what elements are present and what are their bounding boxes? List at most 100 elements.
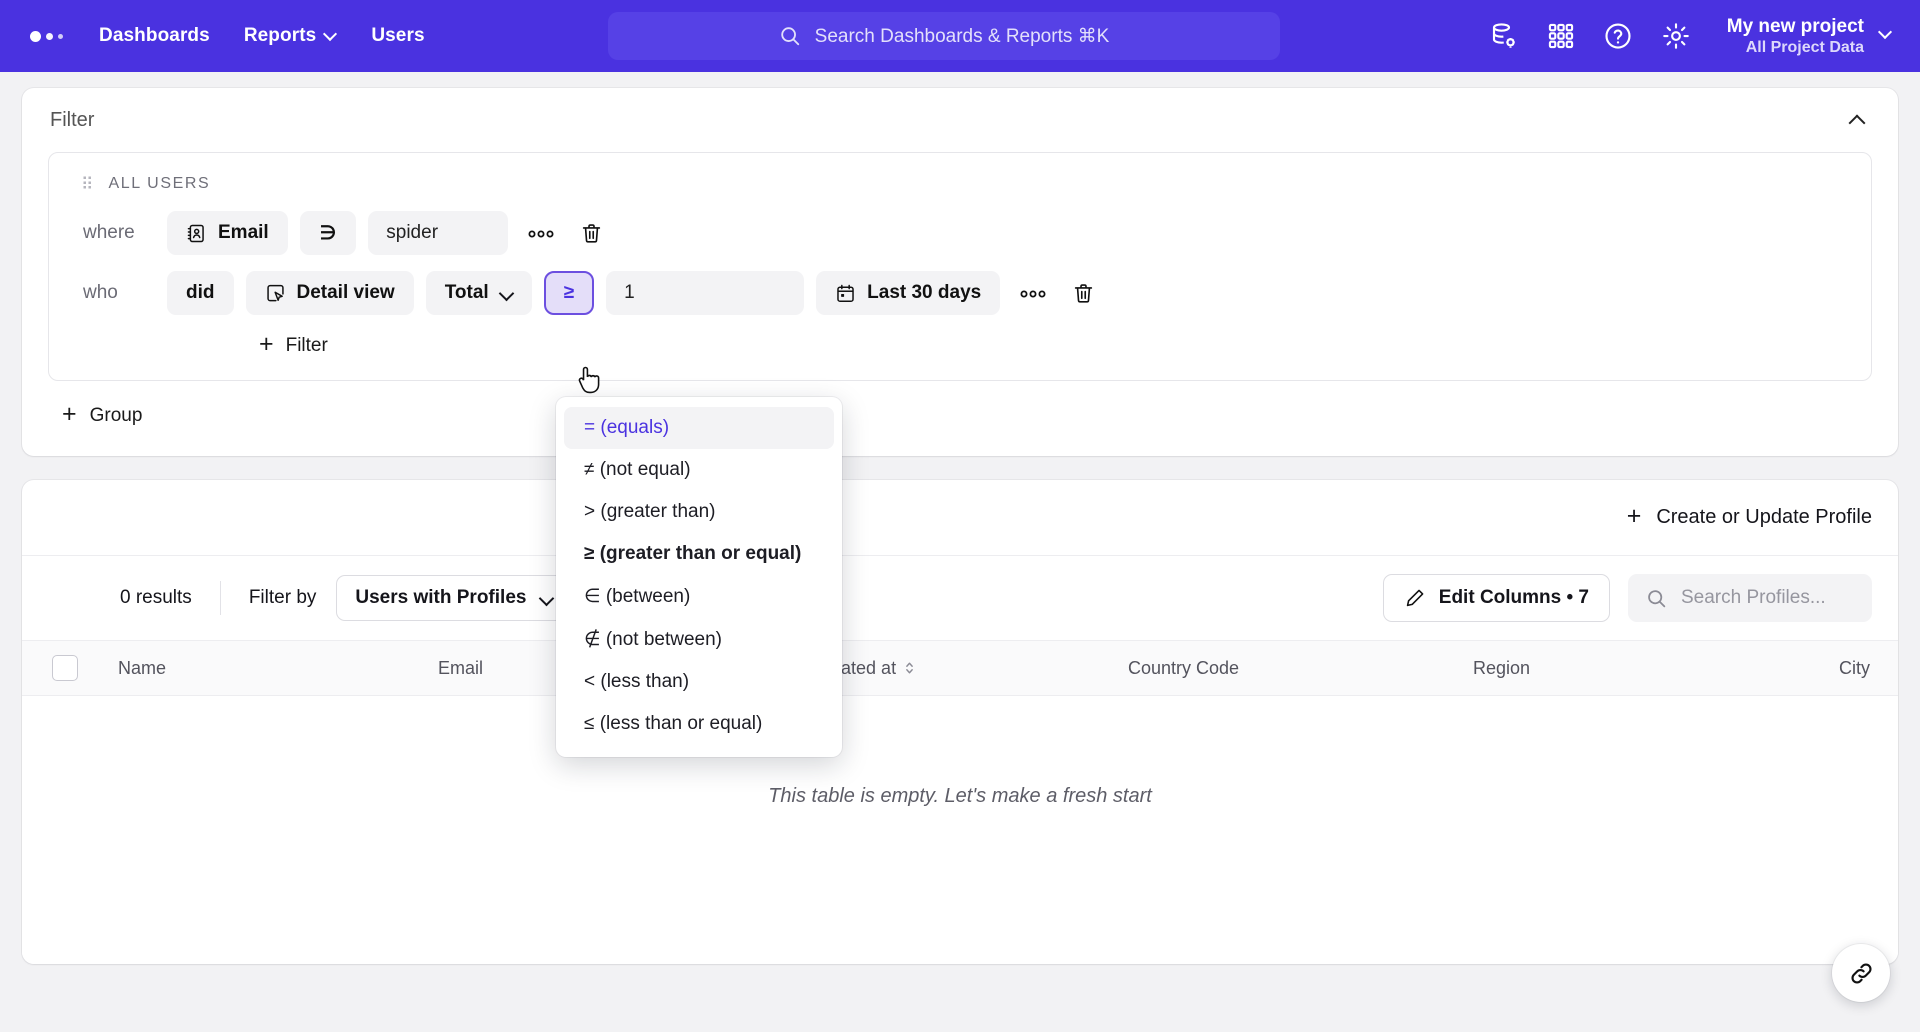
condition-keyword-where: where bbox=[83, 222, 135, 243]
nav-link-users[interactable]: Users bbox=[371, 25, 424, 47]
ellipsis-icon bbox=[528, 230, 554, 238]
chevron-down-icon bbox=[1880, 26, 1896, 42]
filter-group-all-users: ⠿ ALL USERS where Email ∋ spider who did… bbox=[48, 152, 1872, 381]
filter-collapse-button[interactable] bbox=[1844, 106, 1872, 134]
search-profiles-input[interactable]: Search Profiles... bbox=[1628, 574, 1872, 622]
plus-icon: + bbox=[259, 330, 274, 358]
search-icon bbox=[1648, 589, 1666, 607]
primary-nav-links: Dashboards Reports Users bbox=[99, 25, 425, 47]
global-search-placeholder: Search Dashboards & Reports ⌘K bbox=[814, 25, 1110, 47]
column-header-name[interactable]: Name bbox=[108, 658, 428, 679]
value-input-text: spider bbox=[386, 222, 439, 243]
gear-icon[interactable] bbox=[1661, 21, 1691, 51]
filter-group-label: ALL USERS bbox=[108, 175, 211, 192]
dropdown-item-not-between[interactable]: ∉ (not between) bbox=[564, 618, 834, 661]
help-circle-icon[interactable] bbox=[1603, 21, 1633, 51]
filter-condition-where: where Email ∋ spider bbox=[69, 203, 1851, 263]
search-icon bbox=[780, 27, 799, 46]
select-all-checkbox[interactable] bbox=[52, 655, 78, 681]
column-header-region[interactable]: Region bbox=[1463, 658, 1763, 679]
column-header-updated-at[interactable]: Updated at bbox=[798, 658, 1118, 679]
operator-chip-contains[interactable]: ∋ bbox=[299, 211, 357, 255]
column-header-country-code[interactable]: Country Code bbox=[1118, 658, 1463, 679]
sort-arrows-icon bbox=[904, 660, 915, 676]
condition-delete-button[interactable] bbox=[1066, 278, 1101, 309]
calendar-icon bbox=[837, 284, 854, 302]
aggregate-chip-label: Total bbox=[444, 282, 489, 303]
filter-panel-title: Filter bbox=[50, 108, 95, 131]
nav-link-users-label: Users bbox=[371, 25, 425, 46]
count-value-text: 1 bbox=[624, 282, 635, 303]
value-input-spider[interactable]: spider bbox=[368, 211, 509, 255]
add-filter-button[interactable]: + Filter bbox=[69, 330, 1851, 358]
filter-by-value: Users with Profiles bbox=[355, 587, 527, 608]
plus-icon: + bbox=[1626, 502, 1642, 530]
nav-link-reports[interactable]: Reports bbox=[244, 25, 338, 47]
filter-group-header: ⠿ ALL USERS bbox=[69, 171, 1851, 203]
add-group-label: Group bbox=[89, 404, 143, 426]
dropdown-item-greater-than-or-equal[interactable]: ≥ (greater than or equal) bbox=[564, 533, 834, 575]
add-group-button[interactable]: + Group bbox=[62, 402, 1898, 428]
results-table-header: Name Email Updated at Country Code Regio… bbox=[22, 640, 1898, 696]
project-switcher[interactable]: My new project All Project Data bbox=[1727, 15, 1896, 58]
create-or-update-profile-button[interactable]: + Create or Update Profile bbox=[1626, 502, 1872, 530]
nav-link-dashboards[interactable]: Dashboards bbox=[99, 25, 210, 47]
dropdown-item-less-than-or-equal[interactable]: ≤ (less than or equal) bbox=[564, 703, 834, 745]
empty-table-message: This table is empty. Let's make a fresh … bbox=[768, 784, 1152, 807]
aggregate-chip-total[interactable]: Total bbox=[425, 271, 532, 315]
drag-handle-icon[interactable]: ⠿ bbox=[81, 176, 94, 193]
date-range-label: Last 30 days bbox=[867, 282, 982, 303]
trash-icon bbox=[583, 223, 601, 243]
filter-by-label: Filter by bbox=[248, 587, 317, 608]
result-count: 0 results bbox=[120, 587, 192, 608]
results-panel: + Create or Update Profile 0 results Fil… bbox=[22, 480, 1898, 964]
pencil-icon bbox=[1406, 589, 1424, 607]
count-value-input[interactable]: 1 bbox=[606, 271, 805, 315]
global-search-input[interactable]: Search Dashboards & Reports ⌘K bbox=[608, 12, 1280, 60]
ellipsis-icon bbox=[1020, 290, 1046, 298]
page-content: Filter ⠿ ALL USERS where Email ∋ spider … bbox=[0, 72, 1920, 964]
dropdown-item-equals[interactable]: = (equals) bbox=[564, 407, 834, 449]
operator-dropdown-menu: = (equals) ≠ (not equal) > (greater than… bbox=[556, 397, 842, 757]
operator-chip-label: ≥ bbox=[563, 282, 575, 303]
grid-apps-icon[interactable] bbox=[1547, 22, 1575, 50]
property-chip-email[interactable]: Email bbox=[167, 211, 288, 255]
results-panel-header: + Create or Update Profile bbox=[22, 480, 1898, 556]
app-logo-dots[interactable] bbox=[30, 30, 63, 42]
dropdown-item-not-equal[interactable]: ≠ (not equal) bbox=[564, 449, 834, 491]
condition-more-options-button[interactable] bbox=[520, 217, 562, 249]
operator-chip-gte[interactable]: ≥ bbox=[543, 271, 595, 315]
create-or-update-profile-label: Create or Update Profile bbox=[1656, 506, 1872, 528]
click-target-icon bbox=[266, 284, 284, 301]
condition-delete-button[interactable] bbox=[574, 218, 609, 249]
copy-link-fab[interactable] bbox=[1832, 944, 1890, 1002]
edit-columns-button[interactable]: Edit Columns • 7 bbox=[1382, 574, 1610, 622]
filter-panel-header: Filter bbox=[22, 88, 1898, 152]
chevron-down-icon bbox=[540, 592, 553, 605]
condition-more-options-button[interactable] bbox=[1012, 277, 1054, 309]
event-chip-detail-view[interactable]: Detail view bbox=[245, 271, 414, 315]
condition-keyword-who: who bbox=[83, 282, 118, 303]
chevron-down-icon bbox=[325, 28, 337, 40]
column-header-city[interactable]: City bbox=[1763, 658, 1898, 679]
dropdown-item-less-than[interactable]: < (less than) bbox=[564, 661, 834, 703]
dropdown-item-greater-than[interactable]: > (greater than) bbox=[564, 491, 834, 533]
link-chain-icon bbox=[1850, 962, 1872, 984]
verb-chip-did[interactable]: did bbox=[167, 271, 234, 315]
edit-columns-label: Edit Columns • 7 bbox=[1438, 587, 1589, 608]
verb-chip-label: did bbox=[186, 282, 215, 303]
results-table-body: This table is empty. Let's make a fresh … bbox=[22, 696, 1898, 964]
filter-condition-who: who did Detail view Total ≥ 1 Last 30 da… bbox=[69, 263, 1851, 323]
contact-card-icon bbox=[187, 224, 204, 242]
filter-by-select[interactable]: Users with Profiles bbox=[336, 575, 573, 621]
date-range-chip[interactable]: Last 30 days bbox=[816, 271, 1001, 315]
trash-icon bbox=[1075, 283, 1093, 303]
add-filter-label: Filter bbox=[285, 334, 328, 356]
nav-link-dashboards-label: Dashboards bbox=[99, 25, 210, 46]
dropdown-item-between[interactable]: ∈ (between) bbox=[564, 575, 834, 618]
search-profiles-placeholder: Search Profiles... bbox=[1681, 587, 1826, 608]
database-settings-icon[interactable] bbox=[1489, 21, 1519, 51]
results-toolbar-right: Edit Columns • 7 Search Profiles... bbox=[1382, 574, 1872, 622]
property-chip-label: Email bbox=[218, 222, 269, 243]
chevron-down-icon bbox=[500, 287, 513, 300]
